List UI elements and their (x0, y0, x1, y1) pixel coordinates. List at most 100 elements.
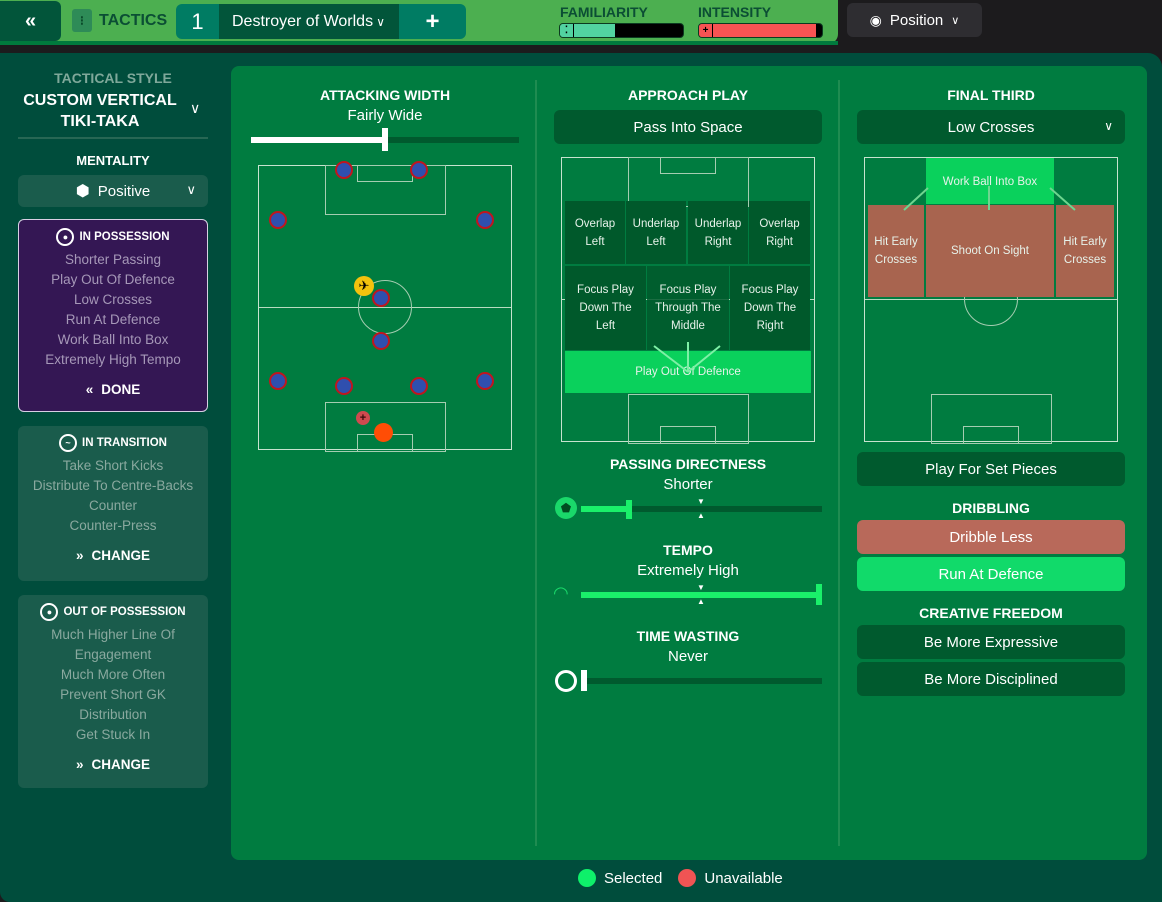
approach-play-value: Pass Into Space (633, 118, 743, 136)
tactic-name-dropdown[interactable]: Destroyer of Worlds ∨ (219, 4, 399, 39)
chevron-down-icon: ∨ (951, 14, 960, 27)
ball-outline-icon: ● (40, 603, 59, 621)
player-marker[interactable] (410, 161, 428, 179)
instruction-item: Engagement (74, 647, 152, 662)
zone-hit-early-crosses-right[interactable]: Hit Early Crosses (1056, 205, 1114, 297)
tactic-name: Destroyer of Worlds (232, 12, 374, 30)
midpoint-marker: ▲ (697, 597, 705, 606)
zone-hit-early-crosses-left[interactable]: Hit Early Crosses (868, 205, 924, 297)
final-third-dropdown[interactable]: Low Crosses ∨ (857, 110, 1125, 144)
midpoint-marker: ▲ (697, 511, 705, 520)
approach-play-dropdown[interactable]: Pass Into Space (554, 110, 822, 144)
speedometer-icon: ◠ (553, 583, 569, 603)
plus-icon: + (356, 411, 370, 425)
selected-dot (578, 869, 596, 887)
dribble-less-button[interactable]: Dribble Less (857, 520, 1125, 554)
play-for-set-pieces-button[interactable]: Play For Set Pieces (857, 452, 1125, 486)
intensity-fill (699, 24, 816, 37)
arrows-icon (653, 342, 721, 373)
passing-directness-fill (581, 506, 629, 512)
player-marker[interactable] (269, 211, 287, 229)
done-button[interactable]: « DONE (19, 382, 207, 397)
view-position-button[interactable]: ◉ Position ∨ (847, 3, 982, 37)
player-marker[interactable] (335, 377, 353, 395)
zone-overlap-right[interactable]: Overlap Right (749, 201, 810, 264)
instruction-item: Much Higher Line Of (51, 627, 175, 642)
be-more-disciplined-button[interactable]: Be More Disciplined (857, 662, 1125, 696)
done-label: DONE (101, 382, 141, 397)
zone-focus-right[interactable]: Focus Play Down The Right (730, 266, 810, 350)
mentality-value: Positive (97, 182, 151, 200)
creative-freedom-title: CREATIVE FREEDOM (919, 605, 1063, 621)
attacking-width-title: ATTACKING WIDTH (319, 87, 451, 103)
legend-unavailable: Unavailable (704, 869, 783, 887)
add-tactic-button[interactable]: + (399, 4, 466, 39)
passing-directness-value: Shorter (663, 476, 713, 493)
in-possession-card[interactable]: ● IN POSSESSION Shorter Passing Play Out O… (18, 219, 208, 412)
ball-icon: ● (56, 228, 75, 246)
in-transition-card[interactable]: ~ IN TRANSITION Take Short Kicks Distribut… (18, 426, 208, 581)
zone-shoot-on-sight[interactable]: Shoot On Sight (926, 205, 1054, 297)
player-marker[interactable] (269, 372, 287, 390)
football-icon: ⬟ (555, 497, 577, 519)
card-title: IN TRANSITION (82, 437, 167, 449)
familiarity-label: FAMILIARITY (560, 4, 648, 20)
instruction-item: Work Ball Into Box (57, 332, 169, 347)
stopwatch-icon (555, 670, 577, 692)
double-chevron-right-icon: » (75, 548, 84, 563)
player-marker[interactable] (410, 377, 428, 395)
out-of-possession-list: Much Higher Line Of Engagement Much More O… (18, 625, 208, 745)
instruction-item: Play Out Of Defence (51, 272, 175, 287)
zone-overlap-left[interactable]: Overlap Left (565, 201, 625, 264)
in-possession-list: Shorter Passing Play Out Of Defence Low Cr… (19, 250, 207, 370)
tactical-style-name[interactable]: CUSTOM VERTICAL TIKI-TAKA (18, 90, 182, 132)
zone-underlap-left[interactable]: Underlap Left (626, 201, 686, 264)
unavailable-dot (678, 869, 697, 887)
view-position-label: Position (889, 11, 944, 29)
plus-icon: + (699, 24, 713, 37)
column-divider (838, 80, 840, 846)
slider-handle[interactable] (626, 500, 632, 519)
approach-play-title: APPROACH PLAY (627, 87, 749, 103)
tactics-icon: ⁝ (72, 9, 92, 32)
mentality-dropdown[interactable]: ⬢ Positive ∨ (18, 175, 208, 207)
attacking-width-fill (251, 137, 385, 143)
time-wasting-slider[interactable] (581, 678, 822, 684)
slider-handle[interactable] (581, 670, 587, 691)
back-button[interactable]: « (0, 1, 61, 41)
column-divider (535, 80, 537, 846)
card-title: IN POSSESSION (79, 231, 170, 243)
double-chevron-left-icon: « (24, 9, 37, 32)
instruction-item: Much More Often (60, 667, 166, 682)
run-at-defence-button[interactable]: Run At Defence (857, 557, 1125, 591)
mentality-label: MENTALITY (76, 153, 150, 168)
card-title: OUT OF POSSESSION (63, 606, 186, 618)
player-marker[interactable] (372, 289, 390, 307)
instruction-item: Shorter Passing (64, 252, 162, 267)
goalkeeper-marker[interactable] (374, 423, 393, 442)
zone-focus-left[interactable]: Focus Play Down The Left (565, 266, 646, 350)
change-button[interactable]: » CHANGE (18, 548, 208, 563)
player-marker[interactable] (335, 161, 353, 179)
chevron-down-icon: ∨ (186, 182, 196, 197)
player-marker[interactable] (476, 372, 494, 390)
out-of-possession-card[interactable]: ● OUT OF POSSESSION Much Higher Line Of En… (18, 595, 208, 788)
intensity-label: INTENSITY (698, 4, 772, 20)
slider-handle[interactable] (816, 584, 822, 605)
zone-underlap-right[interactable]: Underlap Right (688, 201, 748, 264)
arrows-icon (903, 186, 1076, 211)
chevron-down-icon[interactable]: ∨ (190, 100, 200, 117)
tactic-selector[interactable]: 1 Destroyer of Worlds ∨ + (176, 4, 466, 39)
instruction-item: Distribute To Centre-Backs (32, 478, 194, 493)
player-marker[interactable] (476, 211, 494, 229)
tactic-slot-number[interactable]: 1 (176, 4, 219, 39)
transition-icon: ~ (59, 434, 77, 452)
tactical-style-label: TACTICAL STYLE (54, 70, 172, 86)
slider-handle[interactable] (382, 128, 388, 151)
double-chevron-right-icon: » (75, 757, 84, 772)
be-more-expressive-button[interactable]: Be More Expressive (857, 625, 1125, 659)
player-marker[interactable] (372, 332, 390, 350)
double-chevron-left-icon: « (85, 382, 94, 397)
change-button[interactable]: » CHANGE (18, 757, 208, 772)
divider (18, 137, 208, 139)
